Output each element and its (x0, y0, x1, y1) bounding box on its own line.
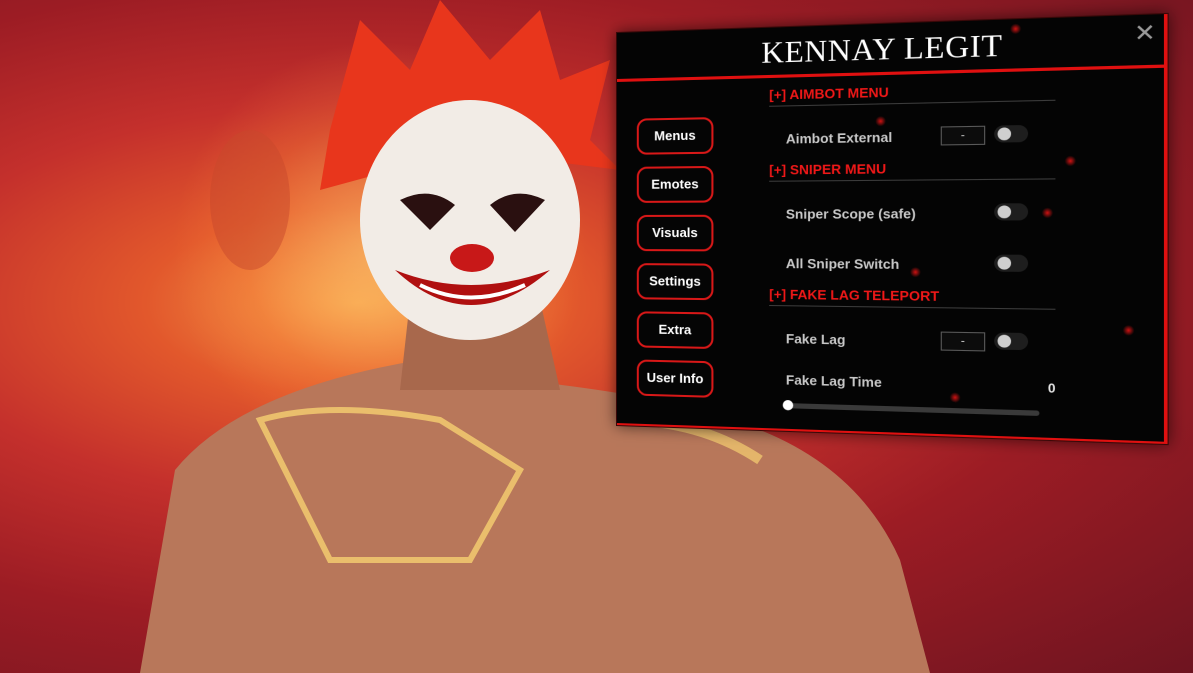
all-sniper-switch-row: All Sniper Switch (769, 245, 1055, 289)
fake-lag-time-row: Fake Lag Time 0 (769, 361, 1055, 421)
sniper-scope-row: Sniper Scope (safe) (769, 195, 1055, 238)
fake-lag-row: Fake Lag - (769, 320, 1055, 368)
glow-dot (1122, 324, 1135, 336)
all-sniper-switch-label: All Sniper Switch (785, 255, 900, 273)
section-title-sniper: [+] SNIPER MENU (769, 160, 887, 178)
nav-emotes-button[interactable]: Emotes (636, 165, 714, 203)
fake-lag-time-label: Fake Lag Time (785, 372, 882, 391)
aimbot-external-label: Aimbot External (785, 129, 893, 147)
aimbot-external-keybind[interactable]: - (940, 125, 986, 146)
sniper-scope-label: Sniper Scope (safe) (785, 205, 916, 222)
aimbot-external-row: Aimbot External - (769, 116, 1055, 162)
fake-lag-keybind[interactable]: - (940, 331, 986, 352)
toggle-knob (997, 205, 1012, 219)
slider-thumb[interactable] (782, 399, 794, 411)
toggle-knob (997, 127, 1012, 141)
nav-extra-button[interactable]: Extra (636, 311, 714, 350)
nav-menus-button[interactable]: Menus (636, 117, 714, 155)
close-icon[interactable]: ✕ (1134, 19, 1156, 48)
menu-content: [+] AIMBOT MENU Aimbot External - [+] SN… (769, 80, 1056, 422)
nav-user-info-button[interactable]: User Info (636, 359, 714, 398)
all-sniper-switch-toggle[interactable] (994, 254, 1029, 272)
fake-lag-time-value: 0 (1047, 380, 1056, 396)
nav-settings-button[interactable]: Settings (636, 263, 714, 301)
nav-visuals-button[interactable]: Visuals (636, 214, 714, 252)
toggle-knob (997, 334, 1012, 348)
toggle-knob (997, 256, 1012, 270)
aimbot-external-toggle[interactable] (994, 124, 1029, 143)
fake-lag-time-slider[interactable] (782, 399, 1040, 416)
panel-border-right (1163, 13, 1168, 445)
cheat-menu-panel: KENNAY LEGIT ✕ Menus Emotes Visuals Sett… (616, 12, 1169, 446)
glow-dot (1064, 155, 1077, 167)
sniper-scope-toggle[interactable] (994, 203, 1029, 221)
fake-lag-label: Fake Lag (785, 330, 846, 348)
sidebar-nav: Menus Emotes Visuals Settings Extra User… (636, 117, 718, 410)
fake-lag-toggle[interactable] (994, 332, 1029, 351)
